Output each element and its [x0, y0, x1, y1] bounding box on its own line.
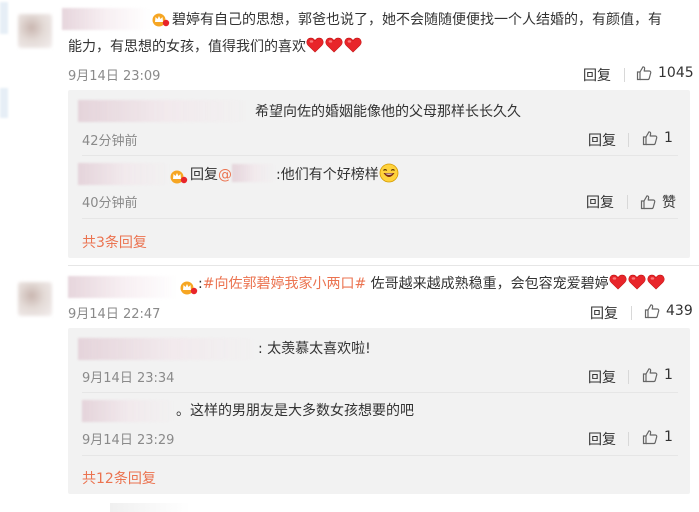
- more-replies-link[interactable]: 共12条回复: [82, 468, 156, 488]
- reply-time: 9月14日 23:29: [82, 433, 175, 448]
- reply-text: :他们有个好榜样: [276, 167, 379, 183]
- reply-button[interactable]: 回复: [583, 65, 611, 85]
- like-button[interactable]: 1: [642, 367, 673, 383]
- heart-icon: [647, 272, 665, 288]
- like-count: 1: [664, 130, 673, 146]
- next-item-peek: [110, 503, 190, 512]
- hashtag-link[interactable]: #向佐郭碧婷我家小两口#: [203, 276, 366, 292]
- reply-username-blurred[interactable]: [82, 400, 174, 422]
- reply-divider: [82, 392, 678, 393]
- reply-text-wrapper: 希望向佐的婚姻能像他的父母那样长长久久: [255, 98, 521, 126]
- reply-button[interactable]: 回复: [588, 130, 616, 150]
- reply-text-wrapper: 回复@ :他们有个好榜样: [190, 161, 399, 189]
- reply-button[interactable]: 回复: [588, 429, 616, 449]
- reply-username-blurred[interactable]: [78, 163, 170, 185]
- vip-badge-icon: [168, 168, 188, 184]
- reply-text-wrapper: : 太羡慕太喜欢啦!: [258, 341, 371, 357]
- reply-time: 9月14日 23:34: [82, 371, 175, 386]
- reply-text: 希望向佐的婚姻能像他的父母那样长长久久: [255, 104, 521, 120]
- like-button[interactable]: 439: [644, 303, 693, 319]
- thumbs-up-icon: [644, 303, 660, 319]
- comment-text-line1: 碧婷有自己的思想，郭爸也说了，她不会随随便便找一个人结婚的，有颜值，有: [172, 12, 662, 28]
- comment-text-line2-wrapper: 能力，有思想的女孩，值得我们的喜欢: [68, 33, 363, 61]
- thumbs-up-icon: [642, 367, 658, 383]
- reply-divider: [82, 155, 678, 156]
- like-button[interactable]: 赞: [640, 192, 676, 212]
- username-blurred[interactable]: [68, 276, 178, 298]
- thumbs-up-icon: [636, 65, 652, 81]
- reply-text: 。这样的男朋友是大多数女孩想要的吧: [176, 403, 414, 419]
- like-button[interactable]: 1: [642, 429, 673, 445]
- comment-text-line2: 能力，有思想的女孩，值得我们的喜欢: [68, 39, 306, 55]
- more-replies-link[interactable]: 共3条回复: [82, 232, 147, 252]
- comment-separator: [68, 265, 699, 266]
- laughing-emoji-icon: [379, 163, 399, 183]
- mention-link[interactable]: @: [218, 167, 232, 183]
- left-edge-decoration: [0, 88, 8, 118]
- heart-icon: [325, 35, 343, 51]
- reply-button[interactable]: 回复: [590, 303, 618, 323]
- action-divider: [627, 195, 628, 209]
- like-count: 1: [664, 429, 673, 445]
- heart-icon: [344, 35, 362, 51]
- like-count: 1045: [658, 65, 694, 81]
- action-divider: [628, 370, 629, 384]
- username-blurred[interactable]: [62, 8, 150, 30]
- heart-icon: [628, 272, 646, 288]
- like-count: 439: [666, 303, 693, 319]
- thumbs-up-icon: [642, 429, 658, 445]
- avatar[interactable]: [18, 282, 52, 316]
- reply-text-wrapper: 。这样的男朋友是大多数女孩想要的吧: [176, 397, 414, 425]
- comment-text: 佐哥越来越成熟稳重，会包容宠爱碧婷: [366, 276, 609, 292]
- left-edge-decoration: [0, 2, 8, 34]
- vip-badge-icon: [178, 279, 198, 295]
- like-count: 1: [664, 367, 673, 383]
- reply-button[interactable]: 回复: [586, 192, 614, 212]
- comment-time: 9月14日 23:09: [68, 69, 161, 84]
- action-divider: [628, 432, 629, 446]
- heart-icon: [609, 272, 627, 288]
- reply-time: 42分钟前: [82, 134, 138, 149]
- like-button[interactable]: 1: [642, 130, 673, 146]
- action-divider: [628, 133, 629, 147]
- avatar[interactable]: [18, 14, 52, 48]
- action-divider: [624, 68, 625, 82]
- reply-divider: [82, 218, 678, 219]
- like-label: 赞: [662, 195, 676, 211]
- reply-username-blurred[interactable]: [78, 338, 258, 360]
- mention-username-blurred[interactable]: [232, 164, 276, 182]
- reply-prefix: 回复: [190, 167, 218, 183]
- action-divider: [631, 306, 632, 320]
- reply-time: 40分钟前: [82, 196, 138, 211]
- vip-badge-icon: [150, 11, 170, 27]
- thumbs-up-icon: [642, 130, 658, 146]
- reply-text: 太羡慕太喜欢啦!: [267, 341, 371, 357]
- reply-divider: [82, 455, 678, 456]
- heart-icon: [306, 35, 324, 51]
- like-button[interactable]: 1045: [636, 65, 694, 81]
- reply-button[interactable]: 回复: [588, 367, 616, 387]
- comment-text-wrapper: :#向佐郭碧婷我家小两口# 佐哥越来越成熟稳重，会包容宠爱碧婷: [198, 270, 666, 298]
- comment-time: 9月14日 22:47: [68, 307, 161, 322]
- thumbs-up-icon: [640, 194, 656, 210]
- reply-username-blurred[interactable]: [78, 100, 250, 122]
